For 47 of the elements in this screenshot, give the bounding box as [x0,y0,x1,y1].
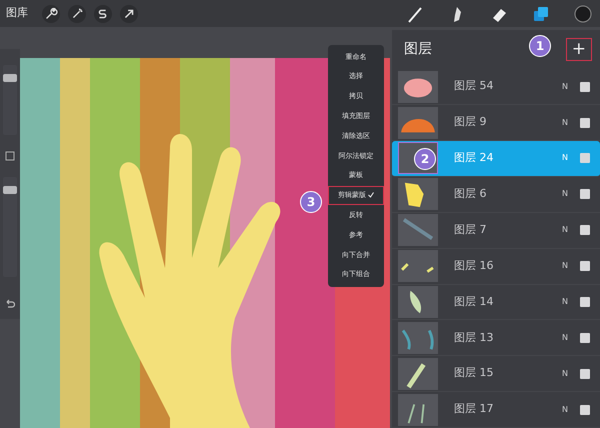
blend-mode-label[interactable]: N [562,368,580,380]
layer-row[interactable]: 图层 16 N [392,248,600,285]
brush-size-slider-thumb[interactable] [3,74,17,82]
layer-name: 图层 6 [454,186,488,202]
layer-row[interactable]: 图层 54 N [392,69,600,106]
visibility-checkbox[interactable] [580,404,590,415]
blend-mode-label[interactable]: N [562,296,580,308]
blend-mode-label[interactable]: N [562,404,580,416]
opacity-slider-thumb[interactable] [3,186,17,194]
layer-name: 图层 17 [454,401,494,418]
visibility-checkbox[interactable] [580,332,590,343]
layer-name: 图层 7 [454,222,488,238]
visibility-checkbox[interactable] [580,261,590,272]
layer-row[interactable]: 图层 14 N [392,284,600,320]
blend-mode-label[interactable]: N [562,224,580,236]
layer-row[interactable]: 图层 13 N [392,320,600,356]
layers-icon[interactable] [532,4,550,22]
layer-name: 图层 24 [454,150,494,166]
blend-mode-label[interactable]: N [562,260,580,272]
brush-icon[interactable] [406,4,424,22]
visibility-checkbox[interactable] [580,225,590,236]
visibility-checkbox[interactable] [580,296,590,307]
blend-mode-label[interactable]: N [562,80,580,93]
layer-row[interactable]: 图层 6 N [392,176,600,213]
color-swatch-icon[interactable] [574,4,592,22]
visibility-checkbox[interactable] [580,368,590,379]
gallery-link[interactable]: 图库 [0,5,34,22]
visibility-checkbox[interactable] [580,153,590,164]
blend-mode-label[interactable]: N [562,332,580,344]
layer-name: 图层 16 [454,258,494,274]
layer-name: 图层 14 [454,294,494,310]
blend-mode-label[interactable]: N [562,116,580,129]
layer-name: 图层 15 [454,365,494,382]
layer-name: 图层 54 [454,78,494,94]
layer-row[interactable]: 图层 7 N [392,212,600,249]
undo-icon[interactable] [5,299,15,308]
blend-mode-label[interactable]: N [562,188,580,200]
layer-row[interactable]: 图层 17 N [392,392,600,428]
visibility-checkbox[interactable] [580,189,590,200]
layer-name: 图层 9 [454,114,488,130]
add-layer-button[interactable]: + [566,38,592,62]
visibility-checkbox[interactable] [580,118,590,128]
layer-name: 图层 13 [454,330,494,346]
layer-row[interactable]: 图层 15 N [392,356,600,392]
visibility-checkbox[interactable] [580,82,590,92]
panel-title: 图层 [404,40,432,60]
square-icon[interactable] [5,151,15,161]
